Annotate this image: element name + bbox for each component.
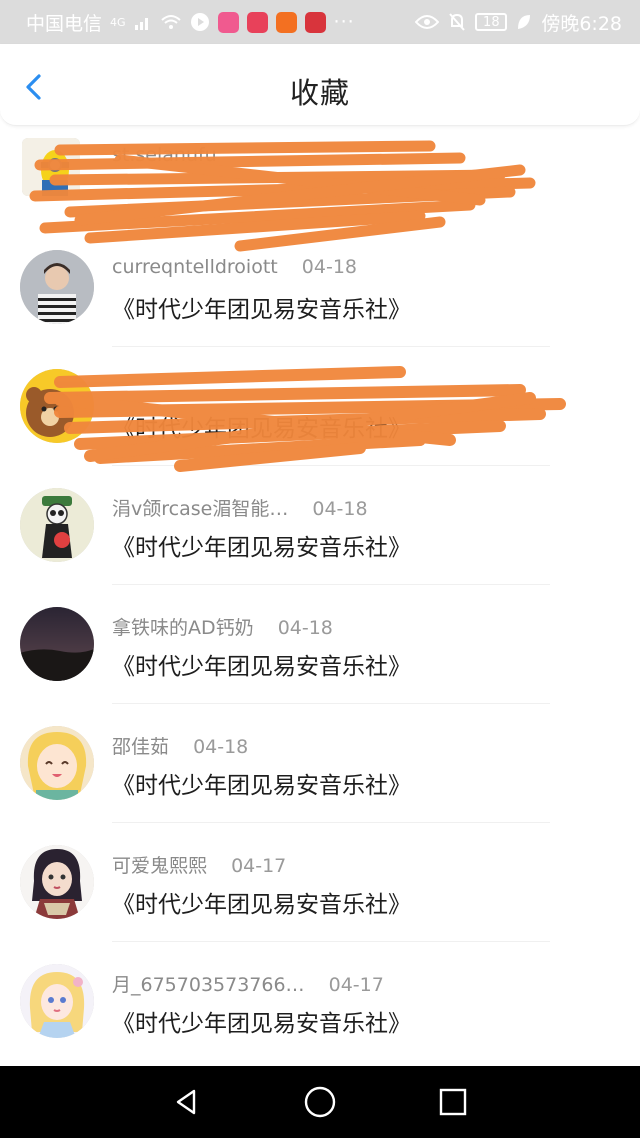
battery-level: 18 — [483, 14, 500, 30]
square-recent-icon — [440, 1088, 467, 1116]
item-date: 04-18 — [301, 256, 357, 278]
item-username: curreqntelldroiott — [112, 256, 278, 278]
item-content: 《时代少年团见易安音乐社》 — [112, 297, 411, 323]
item-username: 可爱鬼熙熙 — [112, 855, 208, 877]
item-meta: 月_675703573766… 04-17 — [112, 970, 384, 997]
item-meta: 拿铁味的AD钙奶 04-18 — [112, 613, 333, 640]
page-title: 收藏 — [289, 76, 350, 110]
status-right: 18 傍晚6:28 — [415, 9, 622, 36]
item-meta: 邵佳茹 04-18 — [112, 732, 248, 759]
item-content: 《时代少年团见易安音乐社》 — [112, 1011, 411, 1037]
avatar — [20, 845, 94, 919]
list-item[interactable]: 《时代少年团见易安音乐社》 — [0, 347, 640, 466]
item-username: 涓v颌rcase湄智能… — [112, 498, 289, 520]
item-content: 《时代少年团见易安音乐社》 — [112, 535, 411, 561]
status-left: 中国电信 4G ··· — [26, 9, 355, 36]
avatar — [22, 138, 80, 196]
avatar — [20, 726, 94, 800]
play-icon — [190, 13, 209, 31]
item-content: 《时代少年团见易安音乐社》 — [112, 892, 411, 918]
battery-indicator: 18 — [475, 13, 508, 31]
item-username: 邵佳茹 — [112, 736, 170, 758]
list-item[interactable]: st.selanufu — [0, 128, 640, 228]
item-date: 04-18 — [312, 498, 368, 520]
item-date: 04-18 — [277, 617, 333, 639]
clock: 傍晚6:28 — [541, 12, 622, 35]
item-username: 月_675703573766… — [112, 974, 305, 996]
list-item[interactable]: 邵佳茹 04-18 《时代少年团见易安音乐社》 — [0, 704, 640, 823]
nav-home-button[interactable] — [300, 1082, 340, 1122]
mute-bell-icon — [449, 13, 466, 31]
item-username: 拿铁味的AD钙奶 — [112, 617, 254, 639]
app-icon-heart — [304, 11, 326, 33]
item-meta: 涓v颌rcase湄智能… 04-18 — [112, 494, 368, 521]
status-bar: 中国电信 4G ··· 18 傍晚6:28 — [0, 0, 640, 44]
list-item[interactable]: curreqntelldroiott 04-18 《时代少年团见易安音乐社》 — [0, 228, 640, 347]
triangle-back-icon — [176, 1089, 195, 1115]
item-date: 04-17 — [328, 974, 384, 996]
item-username: st.selanufu — [112, 144, 217, 166]
network-label: 4G — [110, 15, 126, 29]
item-meta: 可爱鬼熙熙 04-17 — [112, 851, 286, 878]
avatar — [20, 488, 94, 562]
wifi-icon — [160, 15, 181, 29]
list-item[interactable]: 可爱鬼熙熙 04-17 《时代少年团见易安音乐社》 — [0, 823, 640, 942]
item-date: 04-18 — [193, 736, 249, 758]
more-notifications: ··· — [333, 11, 355, 33]
list-item[interactable]: 拿铁味的AD钙奶 04-18 《时代少年团见易安音乐社》 — [0, 585, 640, 704]
nav-recent-button[interactable] — [433, 1082, 473, 1122]
nav-back-button[interactable] — [167, 1082, 207, 1122]
avatar — [20, 369, 94, 443]
leaf-icon — [518, 15, 531, 29]
item-meta: curreqntelldroiott 04-18 — [112, 256, 357, 278]
item-content: 《时代少年团见易安音乐社》 — [112, 654, 411, 680]
avatar — [20, 250, 94, 324]
signal-icon — [134, 18, 148, 30]
system-nav-bar — [0, 1066, 640, 1138]
item-meta: st.selanufu — [112, 144, 235, 166]
app-icon-orange — [275, 11, 297, 33]
app-icon-reader — [246, 11, 268, 33]
page-header: 收藏 — [0, 44, 640, 126]
item-content: 《时代少年团见易安音乐社》 — [112, 416, 411, 442]
avatar — [20, 964, 94, 1038]
list-item[interactable]: 涓v颌rcase湄智能… 04-18 《时代少年团见易安音乐社》 — [0, 466, 640, 585]
favorites-list: st.selanufu curreqntelldroiott 04-18 《时代… — [0, 128, 640, 1061]
app-icon-bilibili — [217, 11, 239, 33]
avatar — [20, 607, 94, 681]
eye-icon — [415, 15, 440, 29]
item-date: 04-17 — [231, 855, 287, 877]
item-content: 《时代少年团见易安音乐社》 — [112, 773, 411, 799]
circle-home-icon — [304, 1086, 336, 1118]
carrier-label: 中国电信 — [26, 12, 103, 35]
list-item[interactable]: 月_675703573766… 04-17 《时代少年团见易安音乐社》 — [0, 942, 640, 1061]
item-meta — [112, 375, 130, 397]
